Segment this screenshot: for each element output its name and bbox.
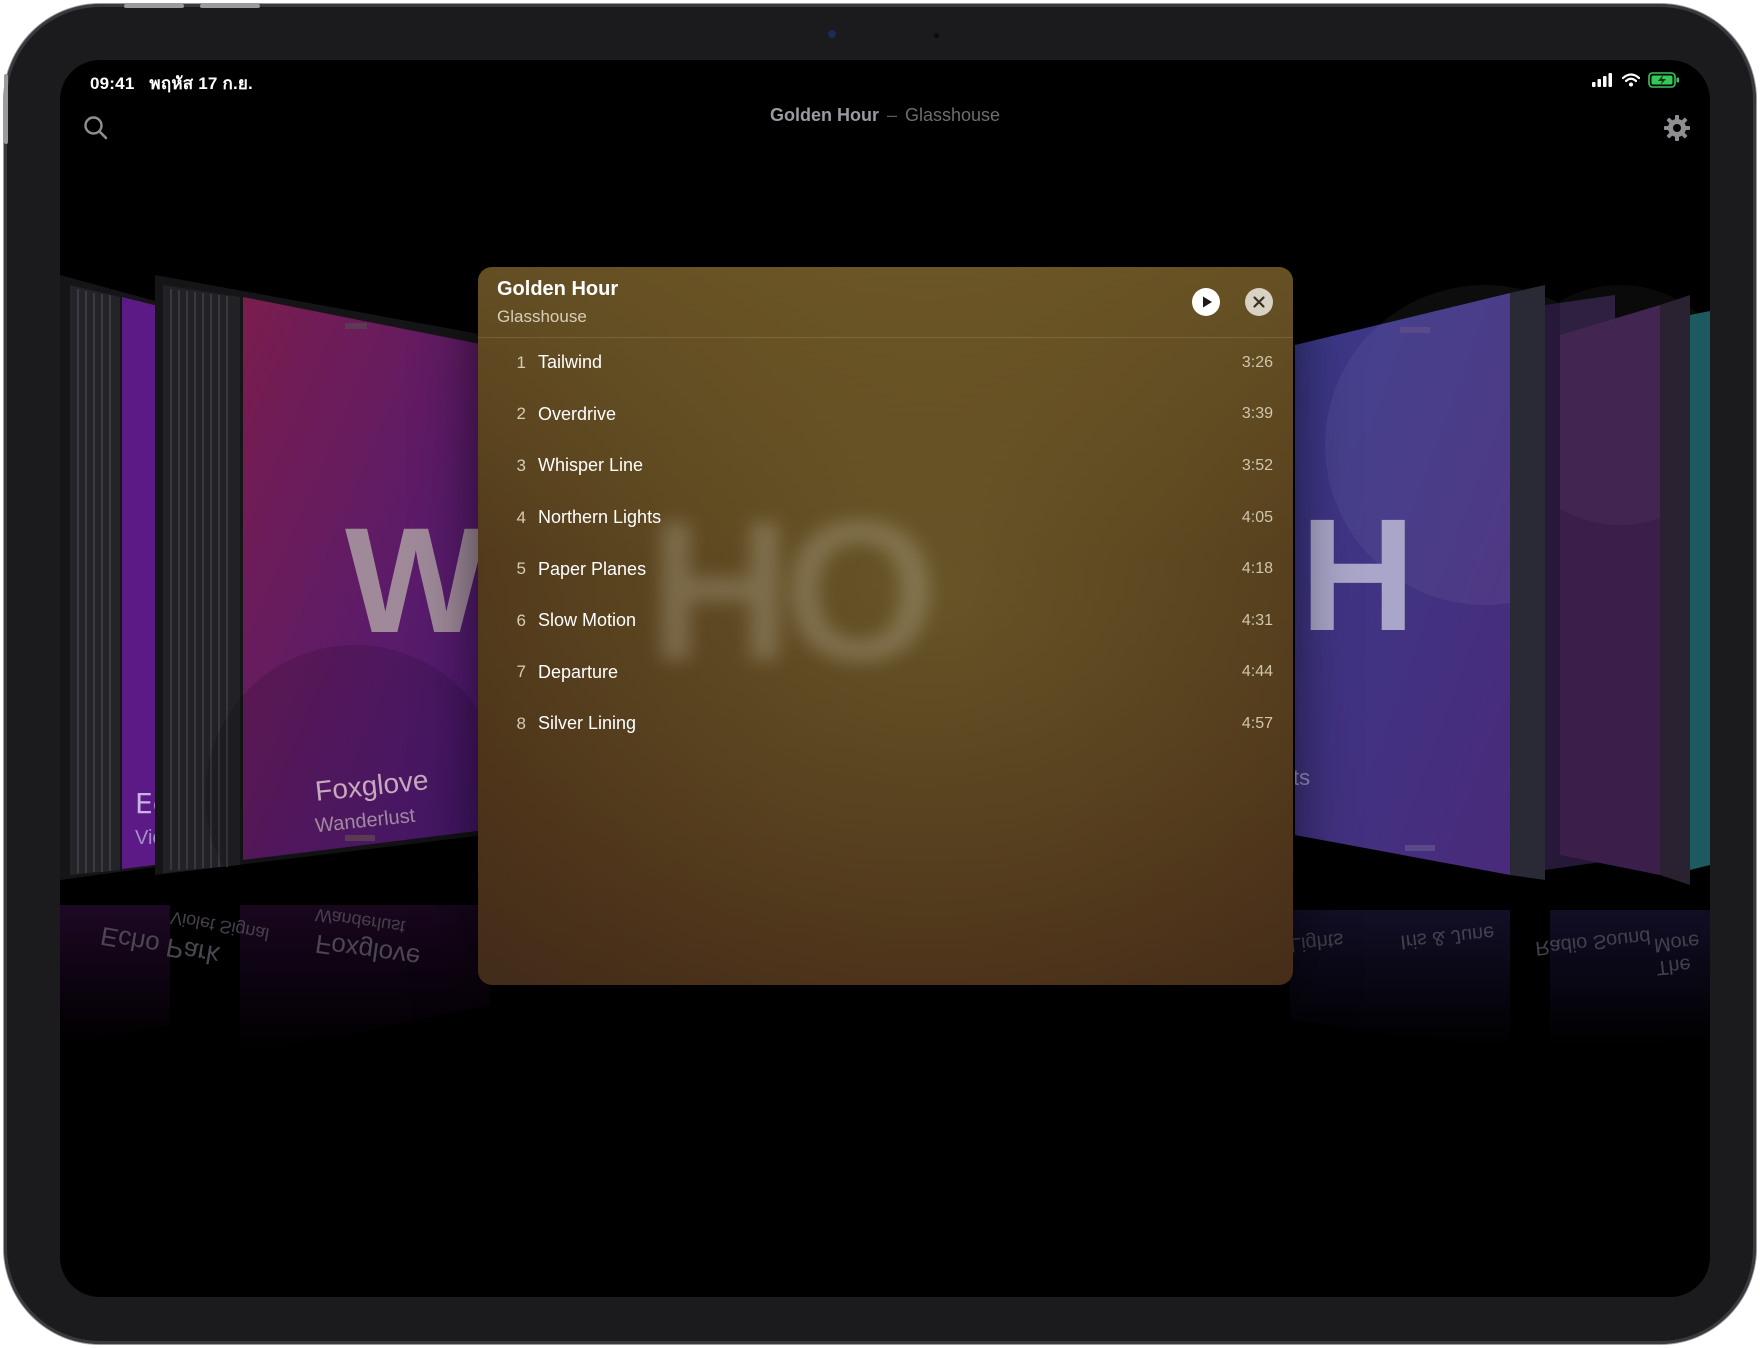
track-row[interactable]: 6 Slow Motion 4:31 (478, 595, 1293, 647)
volume-button (200, 4, 260, 8)
cover-right-2-art (1560, 285, 1710, 885)
track-duration: 4:31 (1241, 611, 1273, 629)
track-number: 5 (516, 559, 526, 579)
now-playing-title: Golden Hour – Glasshouse (60, 105, 1710, 126)
panel-header: Golden Hour Glasshouse (478, 267, 1293, 338)
screen: 09:41 พฤหัส 17 ก.ย. Golden Hour – Glassh… (60, 60, 1710, 1297)
track-number: 2 (516, 404, 526, 424)
panel-artist: Glasshouse (497, 307, 587, 326)
track-name: Slow Motion (538, 610, 637, 631)
track-number: 6 (516, 610, 526, 630)
wifi-icon (1622, 73, 1640, 87)
track-number: 4 (516, 507, 526, 527)
right-reflection: Lights Iris & June Radio Sound The More (1250, 890, 1710, 1080)
track-number: 1 (516, 352, 526, 372)
system-indicators (1592, 72, 1680, 88)
reflection-the-more: The More (1652, 929, 1701, 979)
track-row[interactable]: 7 Departure 4:44 (478, 647, 1293, 699)
cover-foxglove-big-letter: W (345, 496, 485, 664)
track-name: Departure (538, 661, 619, 682)
tablet-device: 09:41 พฤหัส 17 ก.ย. Golden Hour – Glassh… (4, 4, 1756, 1344)
camera-dot (828, 30, 836, 38)
signal-icon (1592, 73, 1612, 87)
track-duration: 4:57 (1241, 714, 1273, 732)
track-name: Silver Lining (538, 713, 637, 734)
topbar-artist: Glasshouse (904, 105, 1001, 125)
track-duration: 3:52 (1241, 456, 1273, 474)
side-button (4, 74, 8, 144)
track-number: 7 (516, 662, 526, 682)
album-cover-foxglove[interactable]: W Foxglove Wanderlust (155, 275, 485, 915)
track-row[interactable]: 2 Overdrive 3:39 (478, 389, 1293, 441)
track-duration: 3:26 (1241, 353, 1273, 371)
track-list: 1 Tailwind 3:26 2 Overdrive 3:39 3 Whisp… (478, 337, 1293, 750)
status-date: พฤหัส 17 ก.ย. (149, 74, 253, 93)
cover-right-1-big-letter: H (1300, 485, 1416, 664)
play-button[interactable] (1192, 288, 1220, 316)
battery-icon (1648, 72, 1679, 88)
track-duration: 4:05 (1241, 508, 1273, 526)
track-row[interactable]: 3 Whisper Line 3:52 (478, 440, 1293, 492)
track-duration: 3:39 (1241, 405, 1273, 423)
gear-icon (1664, 115, 1690, 141)
track-row[interactable]: 1 Tailwind 3:26 (478, 337, 1293, 389)
track-row[interactable]: 8 Silver Lining 4:57 (478, 698, 1293, 750)
track-duration: 4:18 (1241, 560, 1273, 578)
status-bar: 09:41 พฤหัส 17 ก.ย. (90, 70, 253, 97)
left-reflection: Echo Park Violet Signal Foxglove Wanderl… (60, 865, 490, 1085)
tracklist-panel: HO Golden Hour Glasshouse 1 Tailwind 3:2… (478, 267, 1293, 985)
settings-button[interactable] (1657, 108, 1697, 148)
track-name: Whisper Line (538, 455, 644, 476)
volume-button (124, 4, 184, 8)
track-name: Paper Planes (538, 558, 647, 579)
track-name: Northern Lights (538, 507, 662, 528)
status-time: 09:41 (90, 74, 135, 93)
sensor-dot (934, 33, 939, 38)
track-name: Overdrive (538, 403, 617, 424)
close-button[interactable] (1245, 288, 1273, 316)
track-row[interactable]: 4 Northern Lights 4:05 (478, 492, 1293, 544)
track-row[interactable]: 5 Paper Planes 4:18 (478, 543, 1293, 595)
album-cover-echo-park[interactable]: Ec Vio (60, 275, 170, 895)
album-cover-right-2[interactable] (1560, 285, 1710, 915)
track-number: 3 (516, 455, 526, 475)
cover-right-1-subtitle: ts (1295, 765, 1311, 790)
track-name: Tailwind (538, 352, 603, 373)
close-icon (1253, 296, 1265, 308)
play-icon (1203, 296, 1212, 308)
topbar-separator: – (886, 105, 897, 125)
panel-album-title: Golden Hour (497, 278, 619, 300)
track-duration: 4:44 (1241, 663, 1273, 681)
track-number: 8 (516, 713, 526, 733)
topbar-album: Golden Hour (769, 105, 879, 125)
